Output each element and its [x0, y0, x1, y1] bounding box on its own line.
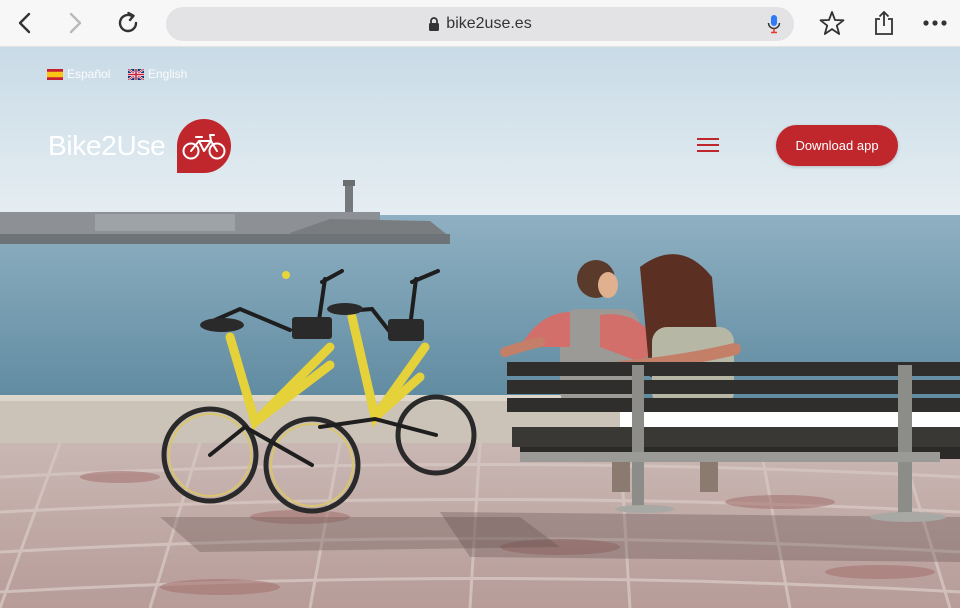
forward-icon	[69, 12, 82, 34]
url-text: bike2use.es	[446, 15, 532, 32]
bookmark-button[interactable]	[817, 8, 847, 38]
more-icon	[923, 20, 947, 26]
language-label: Español	[67, 67, 111, 81]
site-logo[interactable]: Bike2Use	[48, 117, 233, 175]
bicycle-logo-icon	[177, 119, 232, 173]
back-icon	[18, 12, 31, 34]
more-button[interactable]	[920, 8, 950, 38]
star-icon	[819, 11, 845, 35]
brand-name: Bike2Use	[48, 130, 166, 161]
reload-button[interactable]	[113, 8, 143, 38]
language-link-spanish[interactable]: Español	[47, 67, 110, 81]
web-page: Español English Bike2Use Download app	[0, 47, 960, 608]
uk-flag-icon	[128, 68, 144, 80]
share-icon	[875, 10, 893, 35]
language-link-english[interactable]: English	[128, 67, 187, 81]
browser-toolbar: bike2use.es	[0, 0, 960, 47]
reload-icon	[118, 11, 138, 33]
hamburger-menu-icon[interactable]	[697, 137, 721, 155]
download-app-button[interactable]: Download app	[776, 125, 898, 166]
forward-button[interactable]	[60, 8, 90, 38]
back-button[interactable]	[10, 8, 40, 38]
lock-icon	[429, 17, 440, 31]
share-button[interactable]	[869, 8, 899, 38]
language-label: English	[148, 67, 188, 81]
spain-flag-icon	[47, 68, 63, 80]
microphone-icon[interactable]	[766, 14, 782, 34]
address-bar[interactable]: bike2use.es	[166, 7, 794, 41]
